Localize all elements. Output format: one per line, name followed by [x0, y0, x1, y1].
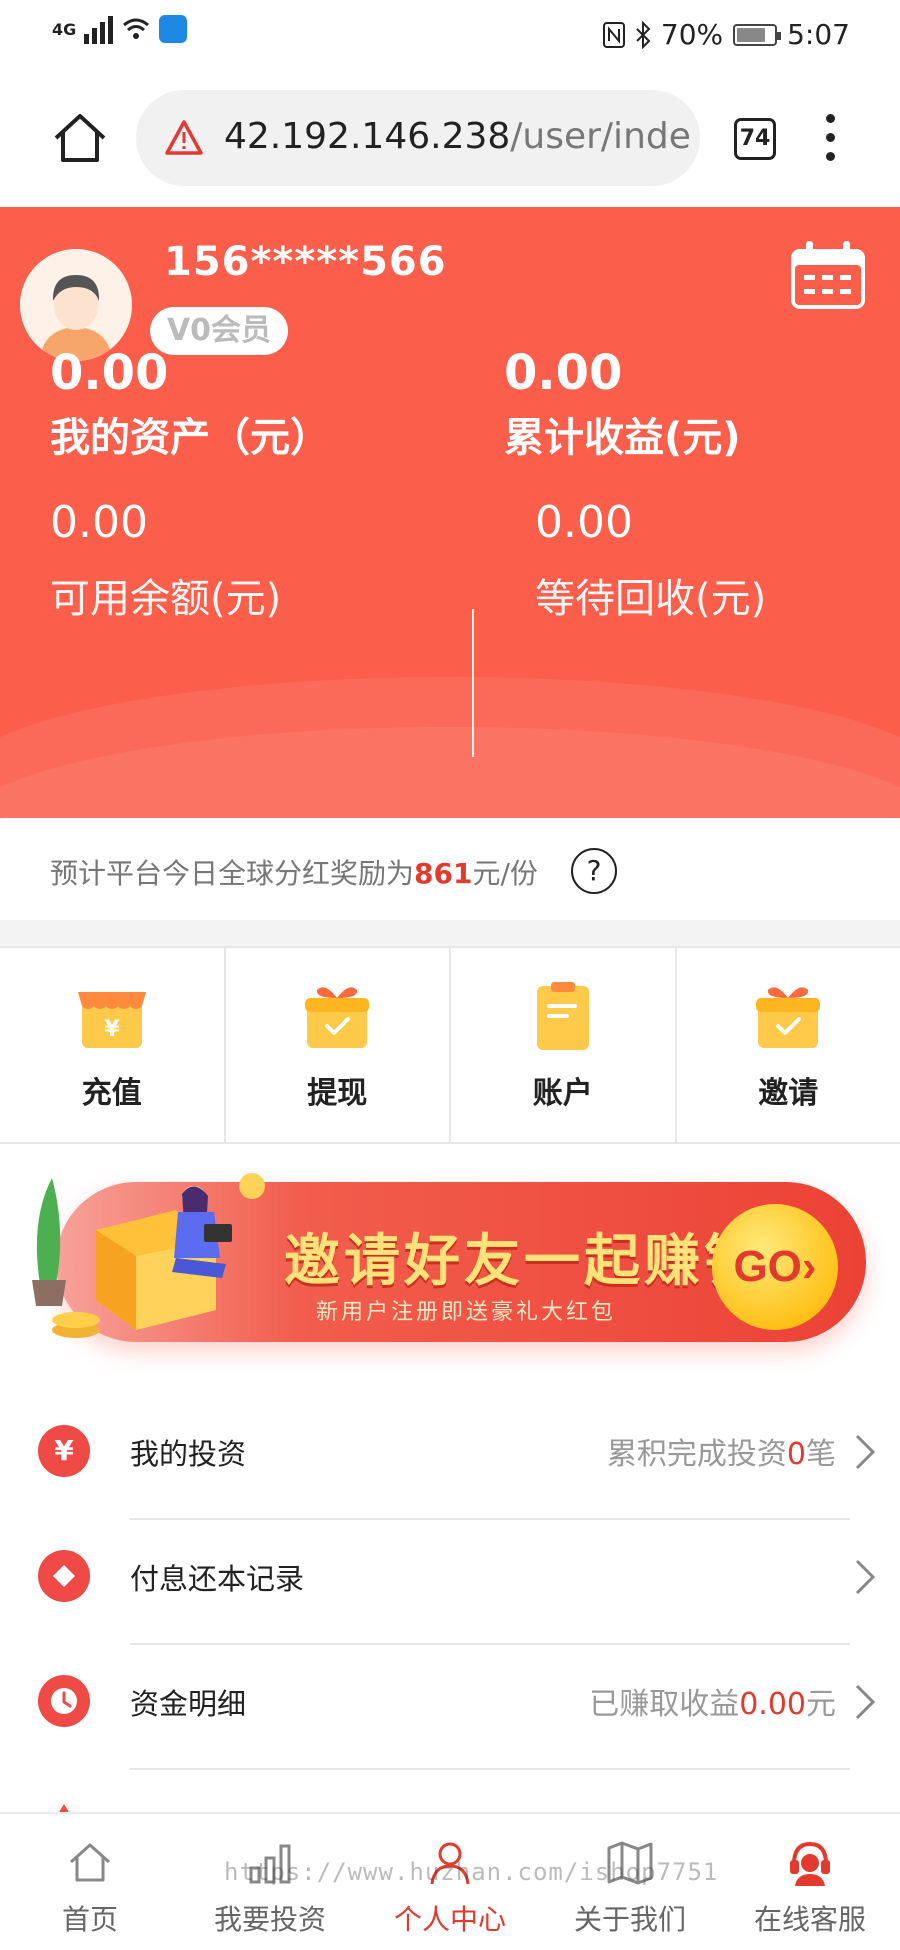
- browser-home-icon[interactable]: [50, 108, 110, 168]
- banner-go-button[interactable]: GO›: [712, 1204, 838, 1330]
- my-assets-label: 我的资产（元）: [50, 415, 330, 461]
- nav-label: 首页: [61, 1903, 118, 1936]
- dividend-notice-text: 预计平台今日全球分红奖励为861元/份: [50, 852, 538, 892]
- list-item-label: 我的投资: [130, 1437, 247, 1471]
- total-earnings-value: 0.00: [504, 345, 623, 401]
- banner-title: 邀请好友一起赚钱: [284, 1229, 764, 1294]
- my-assets-value: 0.00: [50, 345, 169, 401]
- app-notification-icon: [159, 15, 188, 43]
- calendar-checkin-icon[interactable]: [788, 239, 868, 313]
- pending-return-value: 0.00: [535, 497, 633, 548]
- gift-icon: [756, 987, 821, 1048]
- invite-friends-banner[interactable]: 邀请好友一起赚钱 新用户注册即送豪礼大红包 GO›: [26, 1160, 872, 1360]
- my-assets-stat: 0.00 我的资产（元）: [50, 345, 330, 463]
- url-text: 42.192.146.238/user/inde: [224, 116, 691, 157]
- list-item-interest-records[interactable]: 付息还本记录: [0, 1520, 900, 1645]
- clock-time: 5:07: [787, 18, 850, 51]
- status-right: 70% 5:07: [602, 18, 850, 51]
- browser-toolbar: 42.192.146.238/user/inde 74: [0, 70, 900, 206]
- cell-signal-icon: [84, 14, 114, 44]
- bluetooth-icon: [636, 20, 651, 49]
- investment-count: 累积完成投资0笔: [607, 1429, 836, 1473]
- dividend-amount: 861: [414, 857, 473, 890]
- withdraw-button[interactable]: 提现: [226, 948, 451, 1142]
- chevron-right-icon: [855, 1434, 876, 1470]
- recharge-button[interactable]: ¥ 充值: [0, 948, 226, 1142]
- investment-count-value: 0: [786, 1437, 806, 1472]
- total-earnings-stat: 0.00 累计收益(元): [504, 345, 741, 463]
- nav-label: 个人中心: [393, 1903, 506, 1936]
- nav-label: 关于我们: [573, 1903, 686, 1936]
- browser-menu-icon[interactable]: [823, 114, 837, 166]
- pending-return-stat: 0.00 等待回收(元): [535, 497, 766, 624]
- quick-actions: ¥ 充值 提现 账户 邀请: [0, 946, 900, 1144]
- watermark: https://www.huzhan.com/ishop7751: [224, 1858, 719, 1886]
- invite-button[interactable]: 邀请: [677, 948, 900, 1142]
- earned-income: 已赚取收益0.00元: [589, 1679, 836, 1723]
- available-balance-stat: 0.00 可用余额(元): [50, 497, 281, 624]
- withdraw-label: 提现: [307, 1076, 368, 1111]
- recharge-label: 充值: [81, 1076, 142, 1111]
- section-gap: [0, 920, 900, 946]
- stats-divider: [472, 609, 474, 757]
- battery-percent: 70%: [660, 18, 724, 51]
- nav-customer-service[interactable]: 在线客服: [720, 1814, 900, 1950]
- headset-icon: [790, 1841, 830, 1886]
- banner-illustration-icon: [32, 1173, 265, 1338]
- home-icon: [69, 1843, 111, 1882]
- nav-label: 我要投资: [213, 1903, 326, 1936]
- yen-icon: ¥: [38, 1425, 90, 1477]
- notice-suffix: 元/份: [472, 857, 538, 890]
- username: 156*****566: [164, 239, 447, 285]
- url-path: /user/inde: [510, 116, 691, 157]
- list-item-label: 付息还本记录: [130, 1562, 305, 1596]
- list-item-label: 资金明细: [130, 1687, 247, 1721]
- investment-count-suffix: 笔: [806, 1437, 836, 1472]
- chevron-right-icon: [855, 1559, 876, 1595]
- tab-switcher-button[interactable]: 74: [734, 118, 776, 160]
- help-icon[interactable]: ?: [571, 848, 617, 894]
- wifi-icon: [123, 18, 150, 39]
- banner-subtitle: 新用户注册即送豪礼大红包: [316, 1300, 617, 1325]
- diamond-icon: [38, 1550, 90, 1602]
- nfc-icon: [602, 21, 625, 48]
- network-type-label: 4G: [52, 19, 77, 39]
- earned-income-prefix: 已赚取收益: [589, 1687, 740, 1722]
- address-bar[interactable]: 42.192.146.238/user/inde: [136, 90, 700, 186]
- shop-icon: ¥: [77, 992, 146, 1048]
- available-balance-label: 可用余额(元): [50, 576, 282, 622]
- dividend-notice: 预计平台今日全球分红奖励为861元/份 ?: [0, 818, 900, 920]
- status-left: 4G: [52, 14, 188, 44]
- status-bar: 4G 70% 5:07: [0, 0, 900, 70]
- notice-prefix: 预计平台今日全球分红奖励为: [50, 857, 415, 890]
- total-earnings-label: 累计收益(元): [504, 415, 741, 461]
- account-header: 156*****566 V0会员 0.00 我的资产（元） 0.00 累计收益(…: [0, 207, 900, 818]
- account-label: 账户: [532, 1076, 593, 1111]
- battery-icon: [733, 23, 782, 46]
- investment-count-prefix: 累积完成投资: [606, 1437, 787, 1472]
- nav-home[interactable]: 首页: [0, 1814, 180, 1950]
- document-icon: [536, 982, 589, 1050]
- available-balance-value: 0.00: [50, 497, 148, 548]
- gift-icon: [305, 987, 370, 1048]
- svg-text:¥: ¥: [104, 1017, 120, 1042]
- url-host: 42.192.146.238: [224, 116, 511, 157]
- invite-label: 邀请: [758, 1076, 819, 1111]
- list-item-my-investment[interactable]: ¥ 我的投资 累积完成投资0笔: [0, 1395, 900, 1520]
- earned-income-suffix: 元: [806, 1687, 836, 1722]
- account-button[interactable]: 账户: [451, 948, 677, 1142]
- clock-icon: [38, 1675, 90, 1727]
- list-item-fund-details[interactable]: 资金明细 已赚取收益0.00元: [0, 1645, 900, 1770]
- not-secure-warning-icon[interactable]: [164, 118, 204, 158]
- pending-return-label: 等待回收(元): [535, 576, 767, 622]
- earned-income-value: 0.00: [739, 1687, 806, 1722]
- nav-label: 在线客服: [753, 1903, 866, 1936]
- chevron-right-icon: [855, 1684, 876, 1720]
